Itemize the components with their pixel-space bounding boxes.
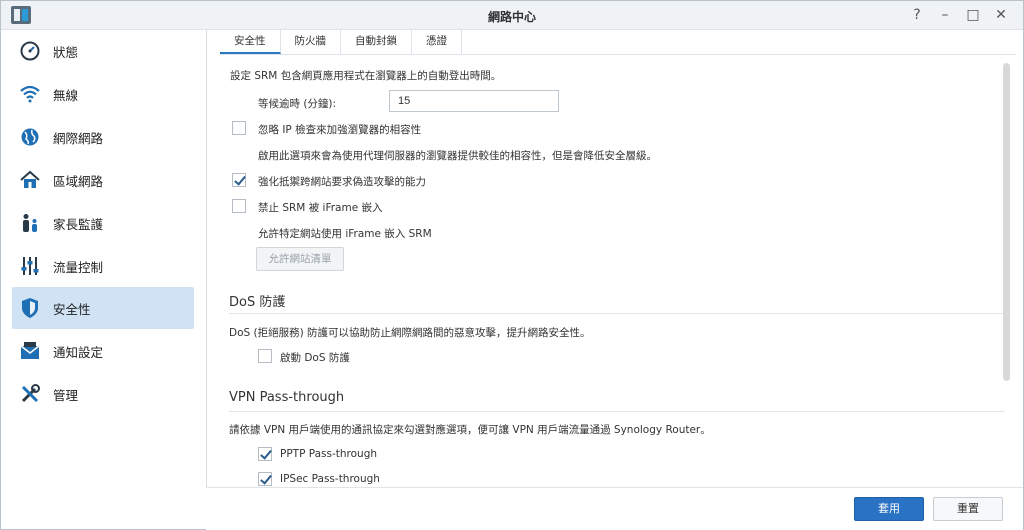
family-icon: [19, 212, 41, 234]
globe-icon: [19, 126, 41, 148]
tab-bar: 安全性 防火牆 自動封鎖 憑證: [220, 30, 1016, 55]
close-button[interactable]: ✕: [991, 4, 1011, 26]
ipsec-checkbox[interactable]: [258, 472, 272, 486]
section-divider: [229, 313, 1005, 314]
window-title: 網路中心: [487, 10, 536, 24]
sidebar-item-internet[interactable]: 網際網路: [12, 116, 194, 158]
tab-firewall[interactable]: 防火牆: [281, 30, 341, 54]
pptp-checkbox[interactable]: [258, 447, 272, 461]
sidebar-item-status[interactable]: 狀態: [12, 30, 194, 72]
dos-description: DoS (拒絕服務) 防護可以協助防止網際網路間的惡意攻擊，提升網路安全性。: [229, 327, 591, 339]
sidebar-item-security[interactable]: 安全性: [12, 287, 194, 329]
tab-auto-block[interactable]: 自動封鎖: [341, 30, 412, 54]
dos-enable-checkbox[interactable]: [258, 349, 272, 363]
sidebar-item-label: 狀態: [53, 44, 79, 60]
sidebar-item-label: 通知設定: [53, 344, 104, 360]
logout-description: 設定 SRM 包含網頁應用程式在瀏覽器上的自動登出時間。: [230, 70, 502, 82]
sidebar-item-label: 管理: [53, 387, 79, 403]
sidebar-item-label: 流量控制: [53, 259, 104, 275]
tab-certificate[interactable]: 憑證: [412, 30, 462, 54]
dos-section-title: DoS 防護: [229, 295, 286, 310]
sidebar-item-traffic-control[interactable]: 流量控制: [12, 245, 194, 287]
vpn-description: 請依據 VPN 用戶端使用的通訊協定來勾選對應選項，便可讓 VPN 用戶端流量通…: [229, 424, 711, 436]
vpn-section-title: VPN Pass-through: [229, 390, 345, 405]
home-icon: [19, 169, 41, 191]
settings-panel: 設定 SRM 包含網頁應用程式在瀏覽器上的自動登出時間。 等候逾時 (分鐘): …: [220, 55, 1010, 487]
sidebar-item-label: 安全性: [53, 301, 91, 317]
sidebar-item-local-network[interactable]: 區域網路: [12, 159, 194, 201]
section-divider: [229, 411, 1005, 412]
sidebar-item-wireless[interactable]: 無線: [12, 73, 194, 115]
tab-security[interactable]: 安全性: [220, 30, 281, 54]
apply-button[interactable]: 套用: [854, 497, 924, 521]
pptp-label: PPTP Pass-through: [280, 448, 378, 460]
timeout-input[interactable]: [389, 90, 559, 112]
timeout-label: 等候逾時 (分鐘):: [258, 98, 337, 110]
iframe-checkbox[interactable]: [232, 199, 246, 213]
ignore-ip-label: 忽略 IP 檢查來加強瀏覽器的相容性: [258, 124, 422, 136]
footer-bar: 套用 重置: [206, 487, 1023, 530]
sidebar-item-label: 無線: [53, 87, 79, 103]
anti-spoof-checkbox[interactable]: [232, 173, 246, 187]
maximize-button[interactable]: □: [963, 4, 983, 26]
status-icon: [19, 40, 41, 62]
minimize-button[interactable]: –: [935, 4, 955, 26]
ignore-ip-checkbox[interactable]: [232, 121, 246, 135]
anti-spoof-label: 強化抵禦跨網站要求偽造攻擊的能力: [258, 176, 426, 188]
iframe-label: 禁止 SRM 被 iFrame 嵌入: [258, 202, 383, 214]
vertical-scrollbar[interactable]: [1003, 63, 1010, 381]
ignore-ip-description: 啟用此選項來會為使用代理伺服器的瀏覽器提供較佳的相容性，但是會降低安全層級。: [258, 150, 657, 162]
sliders-icon: [19, 255, 41, 277]
iframe-description: 允許特定網站使用 iFrame 嵌入 SRM: [258, 228, 432, 240]
sidebar-item-notification[interactable]: 通知設定: [12, 330, 194, 372]
network-center-window: 網路中心 ? – □ ✕ 狀態 無線 網際網路 區域網路 家長監護 流量控制 安…: [0, 0, 1024, 530]
tools-icon: [19, 383, 41, 405]
notification-icon: [19, 340, 41, 362]
sidebar-item-parental-control[interactable]: 家長監護: [12, 202, 194, 244]
ipsec-label: IPSec Pass-through: [280, 473, 380, 485]
sidebar-item-label: 區域網路: [53, 173, 104, 189]
sidebar: 狀態 無線 網際網路 區域網路 家長監護 流量控制 安全性 通知設定 管理: [1, 30, 207, 529]
reset-button[interactable]: 重置: [933, 497, 1003, 521]
allowed-sites-button[interactable]: 允許網站清單: [256, 247, 344, 271]
sidebar-item-label: 家長監護: [53, 216, 104, 232]
wifi-icon: [19, 83, 41, 105]
title-bar: 網路中心 ? – □ ✕: [1, 1, 1023, 30]
help-button[interactable]: ?: [907, 4, 927, 26]
sidebar-item-administration[interactable]: 管理: [12, 373, 194, 415]
sidebar-item-label: 網際網路: [53, 130, 104, 146]
dos-enable-label: 啟動 DoS 防護: [280, 352, 350, 364]
shield-icon: [19, 297, 41, 319]
